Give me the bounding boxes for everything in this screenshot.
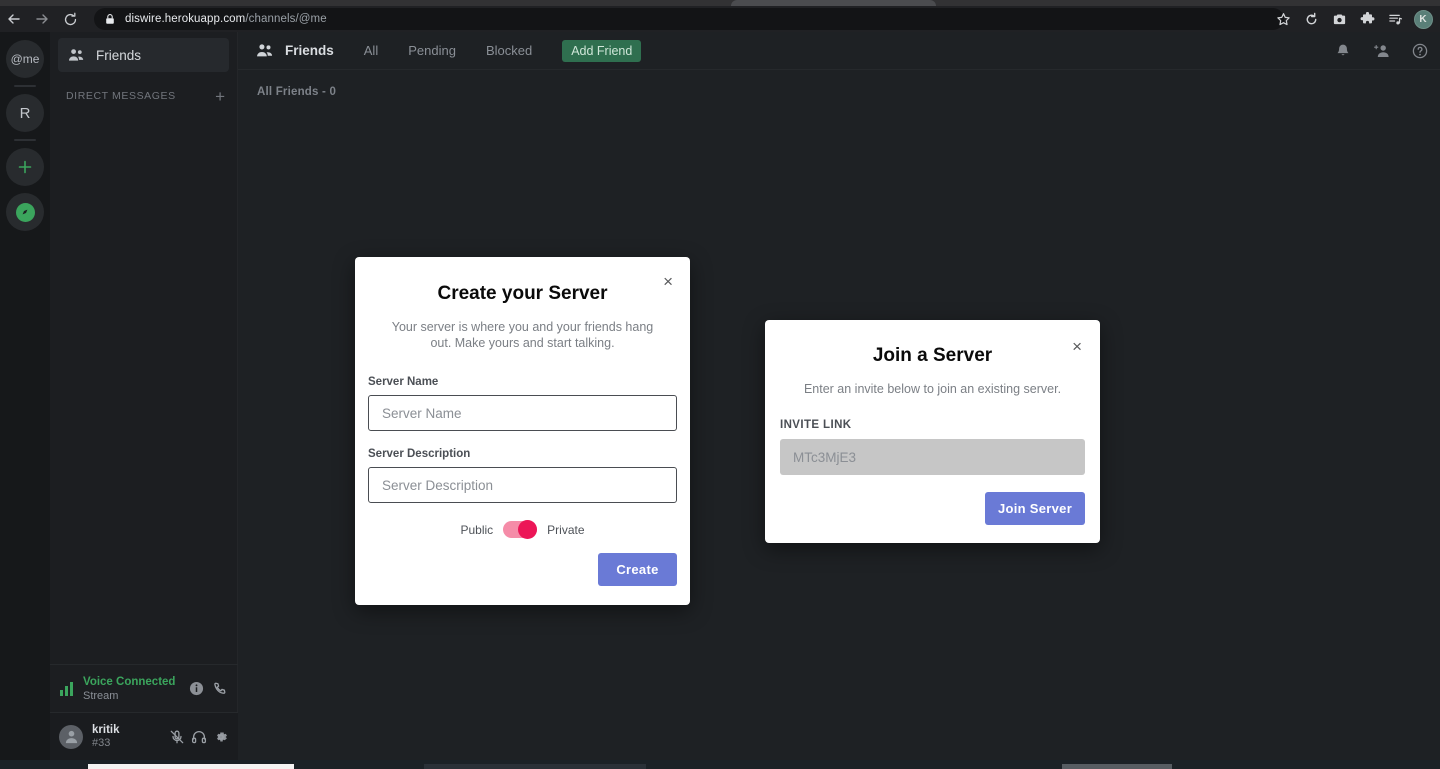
explore-servers-button[interactable]: [6, 193, 44, 231]
tab-sync-icon[interactable]: [1298, 6, 1324, 32]
mic-muted-icon[interactable]: [169, 729, 185, 745]
reading-list-icon[interactable]: [1382, 6, 1408, 32]
server-description-label: Server Description: [368, 448, 471, 460]
add-friend-icon[interactable]: [1373, 43, 1390, 59]
server-rail: @me R: [0, 32, 50, 760]
address-bar[interactable]: diswire.herokuapp.com/channels/@me: [94, 8, 1284, 30]
sidebar-item-friends-label: Friends: [96, 47, 142, 63]
address-bar-text: diswire.herokuapp.com/channels/@me: [125, 13, 327, 25]
lock-icon: [106, 14, 114, 24]
tab-all[interactable]: All: [364, 43, 378, 58]
create-button[interactable]: Create: [598, 553, 677, 586]
browser-toolbar-icons: K: [1270, 6, 1436, 32]
forward-arrow-icon[interactable]: [28, 6, 56, 32]
phone-icon[interactable]: [213, 681, 228, 696]
friends-icon: [257, 44, 273, 57]
headphones-icon[interactable]: [191, 729, 207, 745]
toggle-knob: [518, 520, 538, 539]
add-friend-button[interactable]: Add Friend: [562, 39, 642, 62]
star-icon[interactable]: [1270, 6, 1296, 32]
discord-app: @me R Friends DIRECT MESSAGES + Voice Co…: [0, 32, 1440, 760]
home-dm-button[interactable]: @me: [6, 40, 44, 78]
compass-icon: [15, 202, 35, 222]
visibility-toggle[interactable]: [503, 520, 538, 539]
join-server-button[interactable]: Join Server: [985, 492, 1085, 525]
direct-messages-title: DIRECT MESSAGES: [66, 90, 176, 102]
info-icon[interactable]: [189, 681, 204, 696]
close-icon[interactable]: ×: [663, 273, 673, 290]
page-title: Friends: [285, 43, 334, 58]
toggle-label-private: Private: [547, 522, 585, 537]
reload-icon[interactable]: [56, 6, 84, 32]
taskbar-window-c[interactable]: [424, 764, 646, 769]
voice-channel-name: Stream: [83, 689, 119, 702]
puzzle-icon[interactable]: [1354, 6, 1380, 32]
taskbar-window-a[interactable]: [88, 764, 294, 769]
help-icon[interactable]: [1412, 43, 1428, 59]
join-server-title: Join a Server: [872, 345, 993, 366]
browser-navigation-bar: diswire.herokuapp.com/channels/@me: [0, 6, 1440, 32]
server-name-label: Server Name: [368, 376, 439, 388]
user-tag: #33: [92, 736, 111, 749]
voice-status: Voice Connected: [83, 675, 176, 688]
avatar[interactable]: [59, 724, 83, 749]
create-server-title: Create your Server: [437, 283, 608, 304]
os-taskbar: [0, 760, 1440, 769]
friends-count-label: All Friends - 0: [257, 86, 337, 98]
rail-divider: [14, 85, 36, 87]
gear-icon[interactable]: [213, 729, 229, 745]
server-description-input[interactable]: [368, 467, 677, 503]
tab-pending[interactable]: Pending: [408, 43, 456, 58]
create-dm-button[interactable]: +: [215, 88, 225, 105]
direct-messages-header: DIRECT MESSAGES +: [50, 86, 237, 106]
friends-icon: [69, 49, 84, 61]
screenshot-icon[interactable]: [1326, 6, 1352, 32]
visibility-toggle-row: Public Private: [355, 520, 690, 539]
taskbar-window-b[interactable]: [294, 764, 424, 769]
username: kritik: [92, 723, 120, 736]
invite-link-label: INVITE LINK: [780, 419, 852, 431]
taskbar-window-d[interactable]: [1062, 764, 1172, 769]
invite-link-input[interactable]: [780, 439, 1085, 475]
voice-connection-panel: Voice Connected Stream: [50, 664, 238, 712]
friends-topbar: Friends All Pending Blocked Add Friend: [238, 32, 1440, 70]
server-name-input[interactable]: [368, 395, 677, 431]
create-server-subtitle: Your server is where you and your friend…: [391, 320, 654, 350]
rail-divider: [14, 139, 36, 141]
toggle-label-public: Public: [460, 522, 494, 537]
browser-chrome: diswire.herokuapp.com/channels/@me K: [0, 0, 1440, 32]
profile-initial: K: [1413, 9, 1433, 29]
bell-icon[interactable]: [1335, 43, 1351, 59]
join-server-subtitle: Enter an invite below to join an existin…: [803, 382, 1062, 396]
user-panel: kritik #33: [50, 712, 238, 760]
create-server-dialog: × Create your Server Your server is wher…: [355, 257, 690, 605]
channel-sidebar: Friends DIRECT MESSAGES + Voice Connecte…: [50, 32, 238, 760]
back-arrow-icon[interactable]: [0, 6, 28, 32]
profile-avatar[interactable]: K: [1410, 6, 1436, 32]
close-icon[interactable]: ×: [1072, 338, 1082, 355]
sidebar-item-friends[interactable]: Friends: [58, 38, 229, 72]
tab-blocked[interactable]: Blocked: [486, 43, 532, 58]
server-button-r[interactable]: R: [6, 94, 44, 132]
join-server-dialog: × Join a Server Enter an invite below to…: [765, 320, 1100, 543]
signal-bars-icon: [60, 681, 73, 696]
home-dm-label: @me: [10, 52, 40, 66]
add-server-button[interactable]: [6, 148, 44, 186]
server-initial: R: [19, 104, 31, 122]
